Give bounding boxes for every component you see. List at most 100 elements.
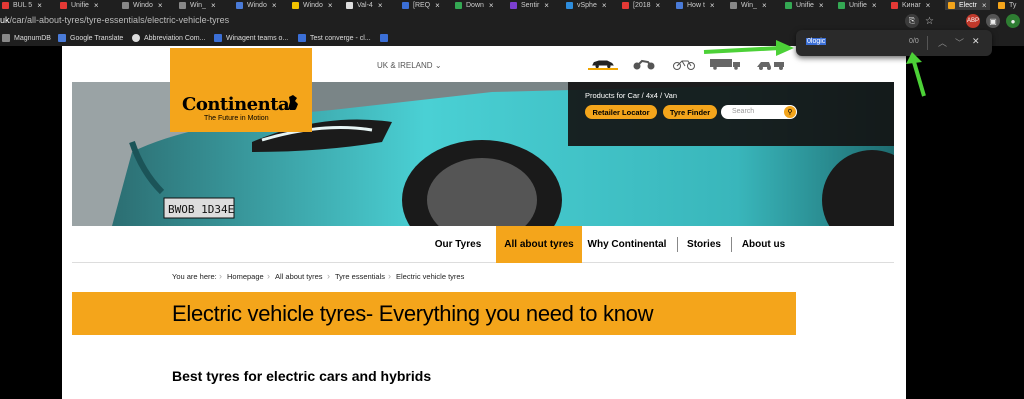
bookmark-item[interactable]: Winagent teams o...: [214, 34, 288, 42]
search-input[interactable]: Search ⚲: [721, 105, 797, 119]
chevron-down-icon[interactable]: ﹀: [955, 36, 964, 49]
region-selector[interactable]: UK & IRELAND ⌄: [377, 61, 442, 70]
close-icon[interactable]: ×: [328, 1, 333, 10]
motorcycle-icon[interactable]: [632, 58, 656, 70]
address-bar[interactable]: uk/car/all-about-tyres/tyre-essentials/e…: [0, 10, 1024, 32]
browser-tab[interactable]: [REQ ×: [402, 0, 440, 10]
close-icon[interactable]: ×: [94, 1, 99, 10]
browser-tab-active[interactable]: Electr ×: [945, 0, 990, 10]
browser-tab[interactable]: Ty: [998, 0, 1016, 10]
breadcrumb-link[interactable]: Homepage: [227, 272, 264, 281]
tab-label: [2018: [633, 1, 651, 9]
logo-tagline: The Future in Motion: [204, 115, 269, 122]
tab-favicon-icon: [998, 1, 1005, 9]
nav-our-tyres[interactable]: Our Tyres: [427, 226, 489, 263]
retailer-locator-button[interactable]: Retailer Locator: [585, 105, 657, 119]
bookmark-label: Abbreviation Com...: [144, 34, 206, 42]
tab-favicon-icon: [236, 1, 243, 9]
globe-icon: [132, 34, 140, 42]
browser-tab[interactable]: Sentir ×: [510, 0, 549, 10]
close-icon[interactable]: ×: [762, 1, 767, 10]
tab-label: Ty: [1009, 1, 1017, 9]
bookmark-item[interactable]: [380, 34, 392, 42]
breadcrumb-link[interactable]: Tyre essentials: [335, 272, 385, 281]
url-host: uk: [0, 15, 10, 25]
close-icon[interactable]: ×: [982, 1, 987, 10]
browser-tab[interactable]: Unifie ×: [785, 0, 824, 10]
find-match-count: 0/0: [909, 38, 919, 45]
tyre-finder-button[interactable]: Tyre Finder: [663, 105, 717, 119]
confluence-icon: [298, 34, 306, 42]
find-input[interactable]: 0logic: [806, 38, 827, 45]
tab-label: Sentir: [521, 1, 540, 9]
extension-icon[interactable]: ●: [1006, 14, 1020, 28]
nav-all-about-tyres[interactable]: All about tyres: [496, 226, 582, 263]
chevron-down-icon: ⌄: [434, 61, 442, 70]
close-icon[interactable]: ×: [378, 1, 383, 10]
tab-favicon-icon: [785, 1, 792, 9]
browser-tab[interactable]: Val-4 ×: [346, 0, 383, 10]
nav-why-continental[interactable]: Why Continental: [586, 226, 668, 263]
bicycle-icon[interactable]: [672, 58, 696, 70]
section-heading: Best tyres for electric cars and hybrids: [172, 368, 432, 384]
url-text[interactable]: uk/car/all-about-tyres/tyre-essentials/e…: [0, 15, 229, 25]
extension-icon[interactable]: ▣: [986, 14, 1000, 28]
browser-tab[interactable]: Win_ ×: [179, 0, 216, 10]
chevron-up-icon[interactable]: ︿: [938, 36, 947, 49]
close-icon[interactable]: ×: [819, 1, 824, 10]
close-icon[interactable]: ×: [872, 1, 877, 10]
share-icon[interactable]: ⎘: [905, 14, 920, 28]
nav-stories[interactable]: Stories: [682, 226, 726, 263]
bookmark-item[interactable]: Abbreviation Com...: [132, 34, 205, 42]
bookmark-item[interactable]: Test converge - cl...: [298, 34, 371, 42]
browser-tab[interactable]: Win_ ×: [730, 0, 767, 10]
nav-about-us[interactable]: About us: [736, 226, 791, 263]
tab-label: Unifie: [849, 1, 867, 9]
browser-tab[interactable]: Down ×: [455, 0, 494, 10]
tab-label: Val-4: [357, 1, 373, 9]
tab-favicon-icon: [179, 1, 186, 9]
close-icon[interactable]: ×: [158, 1, 163, 10]
browser-tab[interactable]: Unifie ×: [60, 0, 99, 10]
title-banner: Electric vehicle tyres- Everything you n…: [72, 292, 796, 335]
browser-tab[interactable]: vSphe ×: [566, 0, 607, 10]
breadcrumb-link[interactable]: All about tyres: [275, 272, 323, 281]
tab-favicon-icon: [292, 1, 299, 9]
search-icon[interactable]: ⚲: [784, 106, 796, 118]
star-icon[interactable]: ☆: [925, 16, 934, 27]
close-icon[interactable]: ×: [656, 1, 661, 10]
close-icon[interactable]: ✕: [972, 36, 980, 47]
tab-label: vSphe: [577, 1, 597, 9]
browser-tab[interactable]: Windo ×: [236, 0, 277, 10]
tab-label: Kинаr: [902, 1, 921, 9]
bookmark-item[interactable]: Google Translate: [58, 34, 123, 42]
tab-favicon-icon: [60, 1, 67, 9]
browser-tab[interactable]: Windo ×: [122, 0, 163, 10]
browser-tab[interactable]: Unifie ×: [838, 0, 877, 10]
browser-tab[interactable]: [2018 ×: [622, 0, 660, 10]
close-icon[interactable]: ×: [602, 1, 607, 10]
close-icon[interactable]: ×: [37, 1, 42, 10]
products-title: Products for Car / 4x4 / Van: [585, 91, 677, 100]
extension-icon[interactable]: ABP: [966, 14, 980, 28]
continental-logo[interactable]: Continental The Future in Motion: [170, 48, 312, 132]
close-icon[interactable]: ×: [435, 1, 440, 10]
car-icon[interactable]: [588, 58, 618, 70]
tab-favicon-icon: [455, 1, 462, 9]
bookmark-item[interactable]: MagnumDB: [2, 34, 51, 42]
annotation-arrow: [703, 40, 794, 56]
close-icon[interactable]: ×: [211, 1, 216, 10]
close-icon[interactable]: ×: [926, 1, 931, 10]
browser-tab[interactable]: BUL 5 ×: [2, 0, 42, 10]
tab-favicon-icon: [566, 1, 573, 9]
close-icon[interactable]: ×: [544, 1, 549, 10]
browser-tab[interactable]: Windo ×: [292, 0, 333, 10]
tab-favicon-icon: [122, 1, 129, 9]
close-icon[interactable]: ×: [489, 1, 494, 10]
close-icon[interactable]: ×: [710, 1, 715, 10]
tab-strip: BUL 5 × Unifie × Windo × Win_ × Windo × Windo…: [0, 0, 1024, 10]
close-icon[interactable]: ×: [272, 1, 277, 10]
browser-tab[interactable]: Kинаr ×: [891, 0, 930, 10]
region-label: UK & IRELAND: [377, 61, 433, 70]
browser-tab[interactable]: How t ×: [676, 0, 715, 10]
